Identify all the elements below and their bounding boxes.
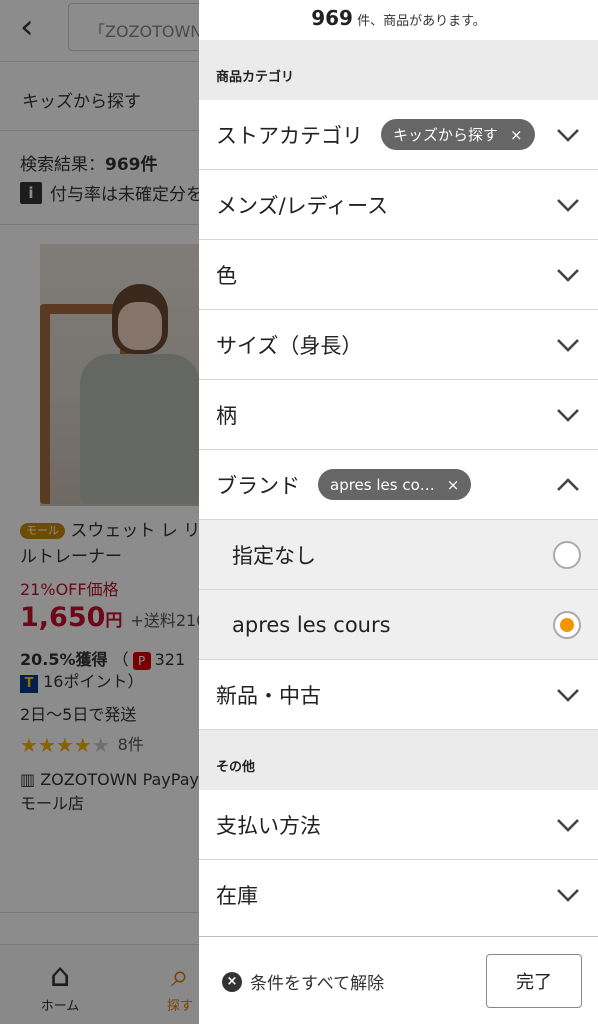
chevron-down-icon — [554, 191, 582, 219]
filter-label-gender: メンズ/レディース — [216, 193, 389, 218]
close-icon[interactable]: × — [510, 126, 523, 144]
chevron-down-icon — [554, 681, 582, 709]
brand-option-label: 指定なし — [232, 543, 316, 568]
brand-option-none[interactable]: 指定なし — [199, 520, 598, 590]
filter-label-stock: 在庫 — [216, 884, 258, 908]
filter-row-payment[interactable]: 支払い方法 — [199, 790, 598, 860]
chevron-down-icon — [554, 121, 582, 149]
clear-all-button[interactable]: × 条件をすべて解除 — [222, 969, 384, 994]
section-header-category: 商品カテゴリ — [199, 40, 598, 100]
result-count-bar: 969 件、商品があります。 — [199, 0, 598, 40]
brand-option-label: apres les cours — [232, 612, 391, 637]
radio-button-selected[interactable] — [553, 610, 581, 639]
chevron-up-icon — [554, 471, 582, 499]
radio-dot — [560, 617, 574, 632]
filter-chip-brand[interactable]: apres les co… × — [318, 469, 472, 500]
filter-label-payment: 支払い方法 — [216, 813, 321, 838]
result-count-number: 969 — [311, 6, 353, 30]
filter-label-pattern: 柄 — [216, 403, 237, 428]
section-header-other: その他 — [199, 730, 598, 790]
filter-label-condition: 新品・中古 — [216, 683, 321, 708]
result-count-suffix: 件、商品があります。 — [352, 14, 486, 29]
clear-all-label: 条件をすべて解除 — [250, 974, 385, 994]
done-button[interactable]: 完了 — [486, 954, 582, 1008]
chevron-down-icon — [554, 881, 582, 909]
chevron-down-icon — [554, 401, 582, 429]
filter-drawer: 969 件、商品があります。 商品カテゴリ ストアカテゴリ キッズから探す × メ… — [199, 0, 598, 1024]
chevron-down-icon — [554, 331, 582, 359]
filter-row-pattern[interactable]: 柄 — [199, 380, 598, 450]
filter-label-color: 色 — [216, 263, 237, 288]
chevron-down-icon — [554, 261, 582, 289]
filter-row-gender[interactable]: メンズ/レディース — [199, 170, 598, 240]
radio-button[interactable] — [553, 540, 581, 569]
filter-row-store-category[interactable]: ストアカテゴリ キッズから探す × — [199, 100, 598, 170]
filter-row-brand[interactable]: ブランド apres les co… × — [199, 450, 598, 520]
filter-row-color[interactable]: 色 — [199, 240, 598, 310]
filter-row-condition[interactable]: 新品・中古 — [199, 660, 598, 730]
brand-option-apres[interactable]: apres les cours — [199, 590, 598, 660]
filter-row-stock[interactable]: 在庫 — [199, 860, 598, 930]
filter-row-size[interactable]: サイズ（身長） — [199, 310, 598, 380]
filter-label-size: サイズ（身長） — [216, 333, 363, 358]
drawer-footer: × 条件をすべて解除 完了 — [199, 936, 598, 1024]
clear-icon: × — [222, 971, 242, 992]
filter-chip-label: apres les co… — [330, 475, 435, 494]
filter-label-brand: ブランド — [216, 473, 300, 498]
close-icon[interactable]: × — [447, 476, 460, 494]
chevron-down-icon — [554, 811, 582, 839]
filter-chip-store-category[interactable]: キッズから探す × — [381, 119, 535, 150]
filter-chip-label: キッズから探す — [393, 126, 499, 144]
filter-label-store-category: ストアカテゴリ — [216, 123, 363, 148]
